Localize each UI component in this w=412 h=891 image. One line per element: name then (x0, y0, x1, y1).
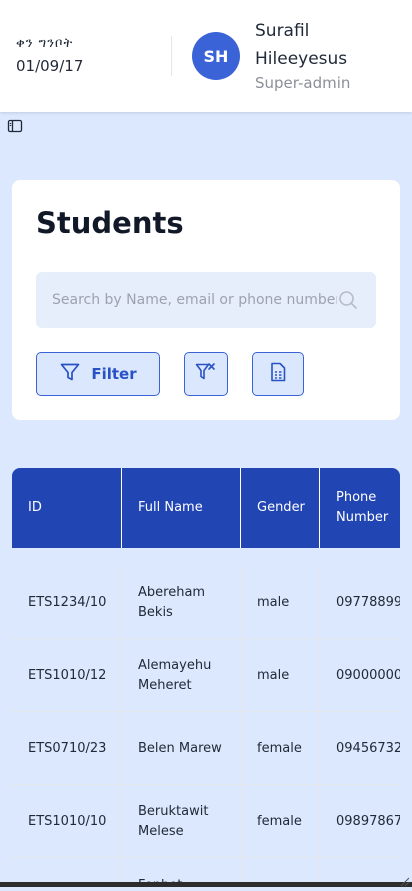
top-bar: ቀን ግንቦት 01/09/17 SH Surafil Hileeyesus S… (0, 0, 412, 112)
students-card: Students Filter (12, 180, 400, 420)
column-header-full-name[interactable]: Full Name (122, 468, 241, 548)
cell-gender: female (241, 785, 320, 858)
cell-phone: 0977889900 (336, 594, 400, 610)
cell-full-name: Alemayehu Meheret (122, 639, 241, 712)
clear-filter-button[interactable] (184, 352, 228, 396)
cell-phone: 0900000000 (336, 667, 400, 683)
user-role: Super-admin (255, 74, 351, 92)
cell-full-name: Abereham Bekis (122, 566, 241, 639)
cell-full-name: Belen Marew (122, 712, 241, 785)
column-header-phone-number[interactable]: Phone Number (320, 468, 400, 548)
students-table: ID Full Name Gender Phone Number ETS1234… (12, 468, 400, 887)
cell-id: ETS1234/10 (12, 566, 122, 639)
user-name: Surafil Hileeyesus (255, 21, 348, 69)
cell-id: ETS1010/12 (12, 639, 122, 712)
header-divider (171, 36, 172, 76)
table-row[interactable]: ETS1234/10 Abereham Bekis male 097788990… (12, 566, 400, 639)
spreadsheet-file-icon (267, 361, 289, 387)
cell-id: ETS0710/23 (12, 712, 122, 785)
date-label: ቀን ግንቦት (16, 36, 74, 51)
table-header: ID Full Name Gender Phone Number (12, 468, 400, 548)
column-header-phone-number-label: Phone Number (336, 490, 389, 525)
sidebar-toggle-icon[interactable] (7, 118, 23, 134)
cell-gender: male (241, 566, 320, 639)
cell-phone: 0989786756 (336, 813, 400, 829)
full-name-text: Abereham Bekis (138, 584, 206, 620)
search-icon[interactable] (338, 290, 358, 310)
search-input[interactable] (52, 272, 337, 328)
cell-full-name: Beruktawit Melese (122, 785, 241, 858)
table-row[interactable]: ETS1010/10 Beruktawit Melese female 0989… (12, 785, 400, 858)
search-box[interactable] (36, 272, 376, 328)
export-button[interactable] (252, 352, 304, 396)
column-header-gender[interactable]: Gender (241, 468, 320, 548)
page-title: Students (36, 206, 184, 240)
cell-phone: 0945673210 (336, 740, 400, 756)
column-header-id[interactable]: ID (12, 468, 122, 548)
table-row[interactable]: ETS1010/12 Alemayehu Meheret male 090000… (12, 639, 400, 712)
filter-button[interactable]: Filter (36, 352, 160, 396)
bottom-scroll-bar (0, 882, 412, 887)
cell-id: ETS1010/10 (12, 785, 122, 858)
full-name-text: Beruktawit Melese (138, 803, 209, 839)
filter-clear-icon (194, 360, 218, 388)
resize-grip-icon[interactable] (398, 872, 410, 887)
full-name-text: Belen Marew (138, 740, 222, 756)
full-name-text: Alemayehu Meheret (138, 657, 212, 693)
date-value: 01/09/17 (16, 57, 84, 75)
cell-gender: female (241, 712, 320, 785)
table-row[interactable]: ETS0710/23 Belen Marew female 0945673210 (12, 712, 400, 785)
filter-button-label: Filter (91, 365, 137, 383)
date-block: ቀን ግንቦት 01/09/17 (16, 36, 83, 75)
cell-gender: male (241, 639, 320, 712)
avatar[interactable]: SH (192, 32, 240, 80)
filter-icon (59, 361, 81, 387)
